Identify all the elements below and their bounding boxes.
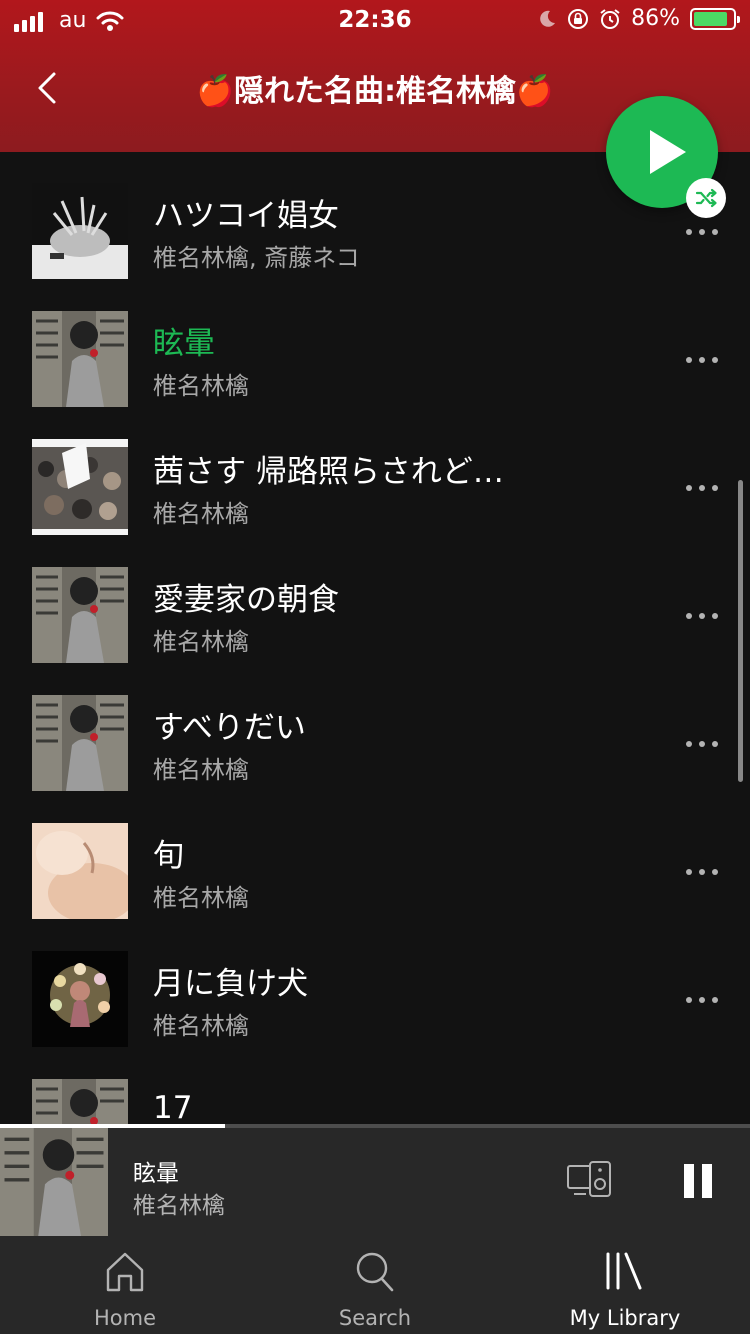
track-title: 旬 — [153, 838, 184, 874]
tab-home[interactable]: Home — [0, 1236, 250, 1334]
track-title: 17 — [153, 1090, 193, 1124]
album-art — [32, 567, 128, 663]
track-artist: 椎名林檎 — [153, 884, 249, 912]
shuffle-icon — [695, 188, 717, 208]
album-art — [32, 183, 128, 279]
more-options-button[interactable] — [680, 606, 724, 626]
track-artist: 椎名林檎 — [153, 1012, 249, 1040]
track-row[interactable]: 茜さす 帰路照らされど… 椎名林檎 — [0, 408, 750, 536]
track-row[interactable]: 愛妻家の朝食 椎名林檎 — [0, 536, 750, 664]
track-title: ハツコイ娼女 — [153, 198, 339, 234]
more-options-button[interactable] — [680, 350, 724, 370]
album-art — [32, 311, 128, 407]
track-row[interactable]: 月に負け犬 椎名林檎 — [0, 920, 750, 1048]
more-options-button[interactable] — [680, 478, 724, 498]
more-options-button[interactable] — [680, 734, 724, 754]
track-row[interactable]: 17 — [0, 1048, 750, 1124]
track-title: 月に負け犬 — [153, 966, 308, 1002]
track-artist: 椎名林檎 — [153, 500, 249, 528]
home-icon — [106, 1252, 144, 1292]
track-artist: 椎名林檎, 斎藤ネコ — [153, 244, 360, 272]
track-list[interactable]: ハツコイ娼女 椎名林檎, 斎藤ネコ 眩暈 椎名林檎 茜さす 帰路照らされど… 椎… — [0, 152, 750, 1124]
track-row[interactable]: 旬 椎名林檎 — [0, 792, 750, 920]
track-artist: 椎名林檎 — [153, 756, 249, 784]
track-artist: 椎名林檎 — [153, 372, 249, 400]
mini-player[interactable]: 眩暈 椎名林檎 — [0, 1128, 750, 1236]
battery-icon — [690, 7, 740, 30]
pause-icon — [684, 1164, 694, 1198]
battery-percentage: 86% — [631, 6, 680, 31]
more-options-button[interactable] — [680, 990, 724, 1010]
track-title: 眩暈 — [153, 326, 215, 362]
rotation-lock-icon — [568, 8, 589, 29]
track-row[interactable]: 眩暈 椎名林檎 — [0, 280, 750, 408]
track-row[interactable]: すべりだい 椎名林檎 — [0, 664, 750, 792]
tab-bar: Home Search My Library — [0, 1236, 750, 1334]
album-art — [32, 951, 128, 1047]
pause-button[interactable] — [680, 1164, 716, 1200]
shuffle-button[interactable] — [686, 178, 726, 218]
library-icon — [606, 1252, 642, 1290]
album-art — [32, 1079, 128, 1124]
tab-search[interactable]: Search — [250, 1236, 500, 1334]
now-playing-artist: 椎名林檎 — [133, 1193, 225, 1219]
status-bar: au 22:36 86% — [0, 0, 750, 44]
tab-label: Home — [93, 1306, 156, 1330]
tab-label: Search — [338, 1306, 412, 1330]
devices-icon[interactable] — [566, 1160, 616, 1200]
tab-my-library[interactable]: My Library — [500, 1236, 750, 1334]
album-art — [32, 439, 128, 535]
more-options-button[interactable] — [680, 862, 724, 882]
scrollbar[interactable] — [738, 480, 743, 782]
album-art — [32, 823, 128, 919]
more-options-button[interactable] — [680, 222, 724, 242]
track-artist: 椎名林檎 — [153, 628, 249, 656]
track-title: すべりだい — [153, 710, 306, 746]
tab-label: My Library — [569, 1306, 681, 1330]
track-title: 愛妻家の朝食 — [153, 582, 339, 618]
album-art — [32, 695, 128, 791]
search-icon — [356, 1252, 394, 1292]
alarm-icon — [600, 8, 620, 29]
moon-icon — [540, 10, 556, 27]
now-playing-art — [0, 1128, 108, 1236]
now-playing-title: 眩暈 — [133, 1161, 179, 1187]
track-title: 茜さす 帰路照らされど… — [153, 454, 504, 490]
